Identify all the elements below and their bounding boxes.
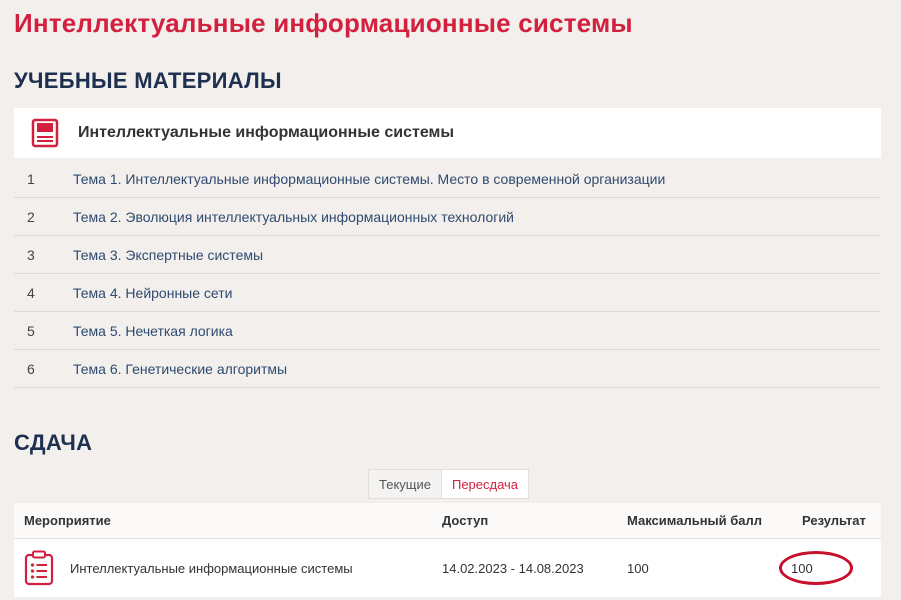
tab-current[interactable]: Текущие — [368, 469, 442, 499]
table-header: Мероприятие Доступ Максимальный балл Рез… — [14, 503, 881, 539]
result-value: 100 — [791, 560, 813, 576]
column-result: Результат — [802, 513, 866, 528]
topic-row: 2 Тема 2. Эволюция интеллектуальных инфо… — [14, 198, 881, 236]
clipboard-list-icon — [22, 548, 56, 588]
course-name: Интеллектуальные информационные системы — [78, 124, 454, 141]
topic-link[interactable]: Тема 1. Интеллектуальные информационные … — [73, 171, 665, 187]
event-cell: Интеллектуальные информационные системы — [14, 548, 442, 588]
event-name[interactable]: Интеллектуальные информационные системы — [70, 561, 353, 576]
topic-number: 6 — [27, 360, 35, 377]
topic-number: 5 — [27, 322, 35, 339]
topic-number: 2 — [27, 208, 35, 225]
topic-row: 4 Тема 4. Нейронные сети — [14, 274, 881, 312]
topic-link[interactable]: Тема 3. Экспертные системы — [73, 247, 263, 263]
topic-row: 3 Тема 3. Экспертные системы — [14, 236, 881, 274]
table-row[interactable]: Интеллектуальные информационные системы … — [14, 539, 881, 597]
topic-number: 3 — [27, 246, 35, 263]
topic-list: 1 Тема 1. Интеллектуальные информационны… — [14, 160, 881, 388]
result-cell: 100 — [791, 561, 881, 576]
book-icon — [29, 117, 61, 149]
topic-row: 1 Тема 1. Интеллектуальные информационны… — [14, 160, 881, 198]
materials-heading: УЧЕБНЫЕ МАТЕРИАЛЫ — [14, 68, 282, 93]
topic-link[interactable]: Тема 4. Нейронные сети — [73, 285, 232, 301]
access-dates: 14.02.2023 - 14.08.2023 — [442, 560, 584, 576]
submission-heading: СДАЧА — [14, 430, 93, 455]
column-max-score: Максимальный балл — [627, 513, 763, 528]
topic-link[interactable]: Тема 5. Нечеткая логика — [73, 323, 233, 339]
submission-table: Мероприятие Доступ Максимальный балл Рез… — [14, 503, 881, 597]
submission-tabs: Текущие Пересдача — [368, 469, 530, 499]
topic-row: 6 Тема 6. Генетические алгоритмы — [14, 350, 881, 388]
topic-number: 4 — [27, 284, 35, 301]
topic-link[interactable]: Тема 6. Генетические алгоритмы — [73, 361, 287, 377]
page-title: Интеллектуальные информационные системы — [14, 8, 633, 38]
topic-link[interactable]: Тема 2. Эволюция интеллектуальных информ… — [73, 209, 514, 225]
topic-number: 1 — [27, 170, 35, 187]
course-card[interactable]: Интеллектуальные информационные системы — [14, 108, 881, 158]
column-event: Мероприятие — [24, 513, 111, 528]
column-access: Доступ — [442, 513, 489, 528]
tab-retake[interactable]: Пересдача — [441, 469, 530, 499]
max-score-value: 100 — [627, 560, 649, 576]
topic-row: 5 Тема 5. Нечеткая логика — [14, 312, 881, 350]
